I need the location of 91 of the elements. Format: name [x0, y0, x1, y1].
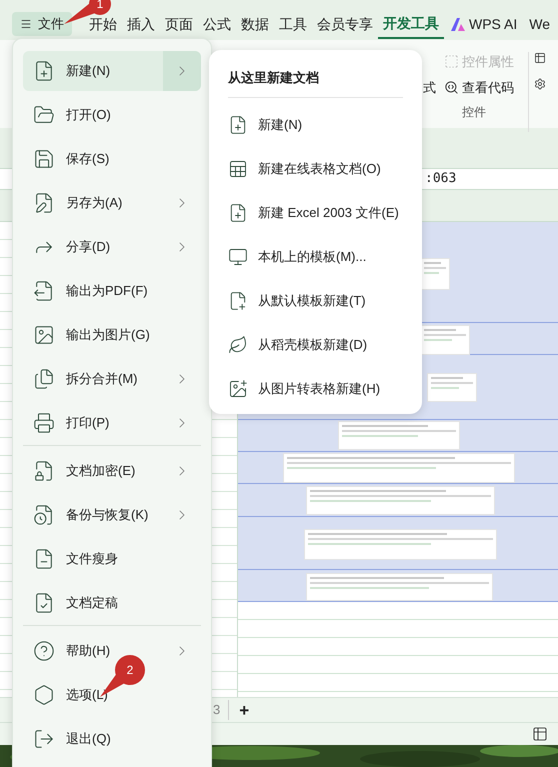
ribbon-tab[interactable]: 工具: [274, 9, 312, 39]
submenu-item[interactable]: 新建在线表格文档(O): [228, 146, 403, 190]
callout-number: 1: [96, 0, 104, 10]
submenu-item[interactable]: 本机上的模板(M)...: [228, 234, 403, 278]
file-plus-icon: [228, 202, 248, 222]
submenu-item-label: 从默认模板新建(T): [258, 292, 366, 310]
formula-bar-value: :063: [425, 170, 456, 188]
ai-tab[interactable]: WPS AI: [444, 9, 524, 39]
screenshot-thumbnail: [427, 373, 477, 402]
menu-item-label: 保存(S): [66, 150, 110, 168]
menu-item[interactable]: 分享(D): [23, 231, 201, 263]
submenu-item[interactable]: 从图片转表格新建(H): [228, 366, 403, 410]
submenu-item-label: 本机上的模板(M)...: [258, 248, 366, 266]
file-clock-icon: [33, 504, 55, 526]
file-menu-tab[interactable]: 文件: [12, 12, 72, 36]
submenu-title: 从这里新建文档: [228, 50, 403, 98]
printer-icon: [33, 412, 55, 434]
table-settings-icon[interactable]: [532, 726, 548, 742]
menu-item[interactable]: 文档定稿: [23, 587, 201, 619]
menu-item-label: 新建(N): [66, 62, 110, 80]
menu-item[interactable]: 退出(Q): [23, 723, 201, 755]
hexagon-icon: [33, 684, 55, 706]
menu-item[interactable]: 打开(O): [23, 99, 201, 131]
files-icon: [33, 368, 55, 390]
menu-item[interactable]: 输出为PDF(F): [23, 275, 201, 307]
submenu-item[interactable]: 从默认模板新建(T): [228, 278, 403, 322]
file-pen-icon: [33, 192, 55, 214]
file-plus-icon: [228, 290, 248, 310]
menu-item-label: 退出(Q): [66, 730, 111, 748]
menu-item-label: 打开(O): [66, 106, 111, 124]
group-label: 控件: [462, 104, 486, 121]
code-search-icon: [444, 80, 459, 95]
menu-item-label: 备份与恢复(K): [66, 506, 148, 524]
menu-icon: [20, 18, 32, 30]
menu-item-label: 文档定稿: [66, 594, 118, 612]
menu-item[interactable]: 文件瘦身: [23, 543, 201, 575]
menu-item-label: 文件瘦身: [66, 550, 118, 568]
submenu-item[interactable]: 新建 Excel 2003 文件(E): [228, 190, 403, 234]
submenu-item-label: 新建(N): [258, 116, 302, 134]
menu-item-label: 拆分合并(M): [66, 370, 138, 388]
submenu-item[interactable]: 从稻壳模板新建(D): [228, 322, 403, 366]
menu-item[interactable]: 文档加密(E): [23, 455, 201, 487]
menu-item[interactable]: 拆分合并(M): [23, 363, 201, 395]
menu-item[interactable]: 帮助(H): [23, 635, 201, 667]
callout-number: 2: [126, 664, 134, 676]
menu-item-label: 分享(D): [66, 238, 110, 256]
file-minus-icon: [33, 548, 55, 570]
menu-item[interactable]: 打印(P): [23, 407, 201, 439]
image-plus-icon: [228, 378, 248, 398]
file-plus-icon: [33, 60, 55, 82]
submenu-item-label: 从稻壳模板新建(D): [258, 336, 368, 354]
ribbon-tab[interactable]: We: [524, 9, 555, 39]
ribbon-tab[interactable]: 数据: [236, 9, 274, 39]
file-export-icon: [33, 280, 55, 302]
menu-item-label: 帮助(H): [66, 642, 110, 660]
ribbon-tab[interactable]: 会员专享: [312, 9, 378, 39]
monitor-icon: [228, 246, 248, 266]
help-icon: [33, 640, 55, 662]
control-icon: [444, 54, 459, 70]
menu-item-label: 文档加密(E): [66, 462, 136, 480]
save-icon: [33, 148, 55, 170]
ribbon-tab[interactable]: 公式: [198, 9, 236, 39]
menu-item-label: 另存为(A): [66, 194, 122, 212]
file-plus-icon: [228, 114, 248, 134]
file-check-icon: [33, 592, 55, 614]
ribbon-tab[interactable]: 页面: [160, 9, 198, 39]
menu-item-label: 输出为PDF(F): [66, 282, 148, 300]
submenu-item-label: 新建 Excel 2003 文件(E): [258, 204, 399, 222]
submenu-item-label: 从图片转表格新建(H): [258, 380, 380, 398]
menu-item[interactable]: 备份与恢复(K): [23, 499, 201, 531]
submenu-item-label: 新建在线表格文档(O): [258, 160, 381, 178]
leaf-icon: [228, 334, 248, 354]
menu-item[interactable]: 新建(N): [23, 51, 201, 91]
field-icon: [534, 78, 546, 90]
submenu-item[interactable]: 新建(N): [228, 102, 403, 146]
exit-icon: [33, 728, 55, 750]
form-icon: [534, 52, 546, 64]
ai-logo-icon: [451, 18, 465, 30]
sheet-icon: [228, 158, 248, 178]
menu-item-label: 打印(P): [66, 414, 110, 432]
add-sheet-button[interactable]: +: [239, 702, 250, 718]
ribbon-tab[interactable]: 插入: [122, 9, 160, 39]
file-lock-icon: [33, 460, 55, 482]
ribbon-button[interactable]: 查看代码: [444, 78, 514, 97]
menu-item-label: 输出为图片(G): [66, 326, 150, 344]
menu-item[interactable]: 另存为(A): [23, 187, 201, 219]
ribbon-label: 式: [423, 79, 436, 97]
image-icon: [33, 324, 55, 346]
menu-item[interactable]: 输出为图片(G): [23, 319, 201, 351]
menu-item[interactable]: 保存(S): [23, 143, 201, 175]
folder-icon: [33, 104, 55, 126]
